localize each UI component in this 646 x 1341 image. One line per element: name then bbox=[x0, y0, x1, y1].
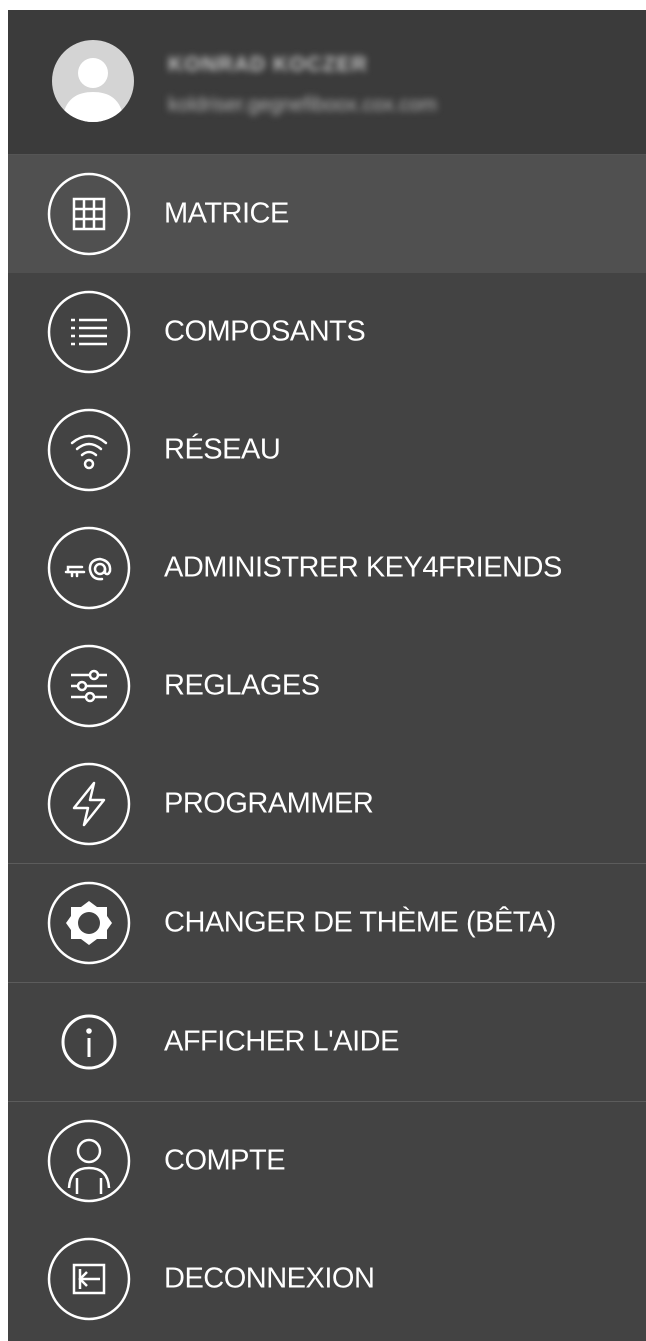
menu-item-label: COMPTE bbox=[164, 1144, 286, 1177]
menu-item-afficher-aide[interactable]: AFFICHER L'AIDE bbox=[8, 982, 646, 1101]
user-icon bbox=[46, 1118, 132, 1204]
info-icon bbox=[46, 999, 132, 1085]
navigation-drawer: KONRAD KOCZER koldriser.gegnefiboox.cox.… bbox=[8, 10, 646, 1341]
menu-item-label: AFFICHER L'AIDE bbox=[164, 1025, 399, 1058]
list-icon bbox=[46, 289, 132, 375]
profile-name: KONRAD KOCZER bbox=[168, 53, 368, 76]
sliders-icon bbox=[46, 643, 132, 729]
menu-item-compte[interactable]: COMPTE bbox=[8, 1101, 646, 1220]
profile-header[interactable]: KONRAD KOCZER koldriser.gegnefiboox.cox.… bbox=[8, 10, 646, 155]
profile-email: koldriser.gegnefiboox.cox.com bbox=[168, 94, 438, 116]
menu-item-programmer[interactable]: PROGRAMMER bbox=[8, 745, 646, 863]
menu-item-reseau[interactable]: RÉSEAU bbox=[8, 391, 646, 509]
grid-icon bbox=[46, 171, 132, 257]
avatar bbox=[52, 40, 134, 122]
menu-item-label: ADMINISTRER KEY4FRIENDS bbox=[164, 551, 562, 584]
menu-item-label: MATRICE bbox=[164, 197, 289, 230]
wifi-icon bbox=[46, 407, 132, 493]
menu-item-administrer-key4friends[interactable]: ADMINISTRER KEY4FRIENDS bbox=[8, 509, 646, 627]
menu-item-reglages[interactable]: REGLAGES bbox=[8, 627, 646, 745]
menu-item-label: REGLAGES bbox=[164, 669, 320, 702]
menu-item-matrice[interactable]: MATRICE bbox=[8, 155, 646, 273]
menu-item-label: RÉSEAU bbox=[164, 433, 281, 466]
lightning-icon bbox=[46, 761, 132, 847]
menu-item-label: CHANGER DE THÈME (BÊTA) bbox=[164, 906, 556, 939]
logout-icon bbox=[46, 1236, 132, 1322]
menu-item-label: COMPOSANTS bbox=[164, 315, 366, 348]
menu-item-label: PROGRAMMER bbox=[164, 787, 374, 820]
key-at-icon bbox=[46, 525, 132, 611]
menu-item-composants[interactable]: COMPOSANTS bbox=[8, 273, 646, 391]
menu-item-deconnexion[interactable]: DECONNEXION bbox=[8, 1220, 646, 1338]
theme-sun-icon bbox=[46, 880, 132, 966]
menu-item-changer-de-theme[interactable]: CHANGER DE THÈME (BÊTA) bbox=[8, 863, 646, 982]
user-silhouette-icon bbox=[62, 58, 124, 122]
menu-item-label: DECONNEXION bbox=[164, 1262, 375, 1295]
